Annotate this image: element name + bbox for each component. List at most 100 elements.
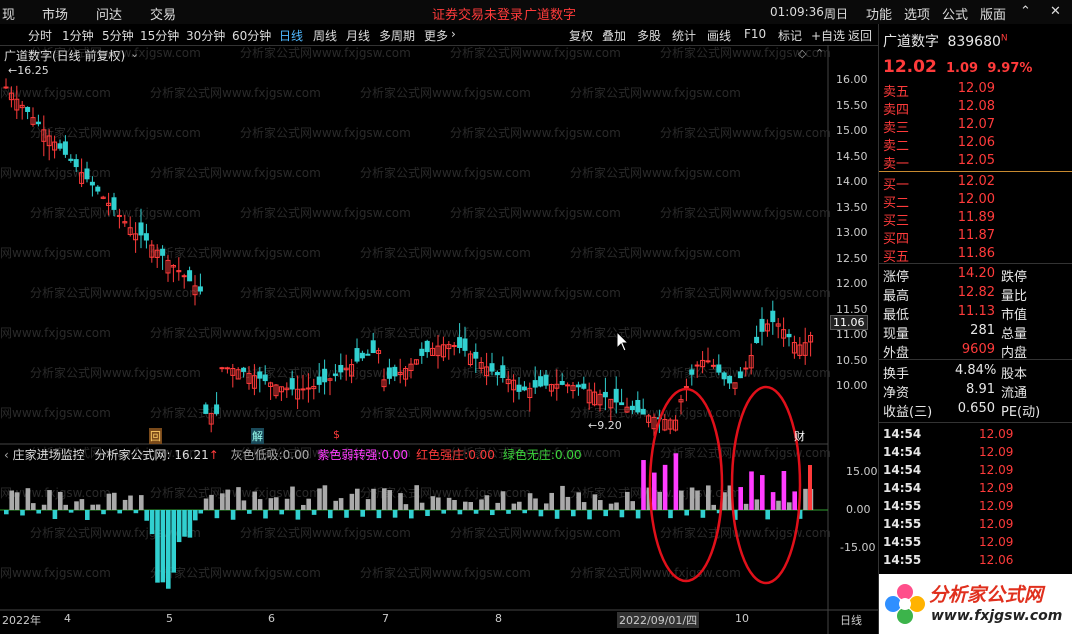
tick-row[interactable]: 14:55 12.09 — [883, 517, 1013, 531]
histogram-bar — [473, 510, 479, 514]
bid-row: 买二 12.00 — [883, 192, 995, 211]
tick-row[interactable]: 14:55 12.09 — [883, 535, 1013, 549]
candle-body — [462, 338, 468, 351]
login-notice[interactable]: 证券交易未登录 — [432, 4, 523, 23]
tab-60min[interactable]: 60分钟 — [232, 27, 271, 44]
menu-item-wenda[interactable]: 问达 — [96, 4, 122, 23]
tab-15min[interactable]: 15分钟 — [140, 27, 179, 44]
sub-formula-label: 分析家公式网: — [94, 448, 171, 462]
tick-row[interactable]: 14:54 12.09 — [883, 481, 1013, 495]
chevron-up-icon[interactable]: ⌃ — [1020, 4, 1031, 19]
kline-chart[interactable]: 分析家公式网www.fxjgsw.com 分析家公式网www.fxjgsw.com… — [0, 45, 878, 634]
tab-weekly[interactable]: 周线 — [313, 27, 337, 44]
histogram-bar — [700, 510, 706, 518]
tool-mark[interactable]: 标记 — [778, 27, 802, 44]
tab-5min[interactable]: 5分钟 — [102, 27, 134, 44]
candle-body — [359, 352, 365, 359]
histogram-bar — [754, 499, 760, 510]
tool-add-watchlist[interactable]: +自选 — [811, 27, 845, 44]
chart-title: 广道数字(日线 前复权) — [4, 49, 126, 63]
histogram-bar — [511, 503, 517, 510]
histogram-bar — [641, 460, 646, 510]
histogram-bar — [360, 510, 365, 517]
row-value: 12.02 — [957, 174, 995, 189]
tick-row[interactable]: 14:55 12.09 — [883, 499, 1013, 513]
histogram-bar — [673, 453, 679, 510]
tool-multi-stock[interactable]: 多股 — [637, 27, 661, 44]
date-tick: 4 — [64, 612, 71, 625]
price-tick: 14.00 — [836, 175, 868, 188]
watermark: 分析家公式网www.fxjgsw.com — [450, 525, 621, 540]
diamond-icon[interactable]: ◇ — [798, 47, 806, 60]
candle-body — [316, 376, 322, 385]
tab-multi-period[interactable]: 多周期 — [379, 27, 415, 44]
watermark: 分析家公式网www.fxjgsw.com — [0, 565, 111, 580]
histogram-bar — [738, 487, 743, 510]
histogram-bar — [247, 510, 252, 514]
tool-f10[interactable]: F10 — [744, 27, 766, 41]
chevron-right-icon[interactable]: › — [451, 27, 456, 41]
tool-back[interactable]: 返回 — [848, 27, 872, 44]
menu-item-market[interactable]: 市场 — [42, 4, 68, 23]
histogram-bar — [25, 488, 31, 510]
candle-body — [451, 345, 457, 348]
row-value: 11.87 — [957, 228, 995, 243]
histogram-bar — [522, 510, 527, 514]
tick-row[interactable]: 14:54 12.09 — [883, 463, 1013, 477]
histogram-bar — [230, 510, 236, 520]
price-tick: 12.50 — [836, 251, 868, 265]
chevron-up-icon[interactable]: ⌃ — [815, 47, 824, 60]
histogram-bar — [549, 492, 554, 510]
tool-restore-rights[interactable]: 复权 — [569, 27, 593, 44]
histogram-bar — [403, 504, 409, 510]
close-icon[interactable]: ✕ — [1050, 4, 1061, 19]
ask-row: 卖一 12.05 — [883, 153, 995, 172]
histogram-bar — [446, 497, 452, 510]
menu-item-discover[interactable]: 现 — [2, 4, 15, 23]
tab-more[interactable]: 更多 — [424, 27, 448, 44]
menu-item-options[interactable]: 选项 — [904, 4, 930, 23]
menu-item-layout[interactable]: 版面 — [980, 4, 1006, 23]
watermark: 分析家公式网www.fxjgsw.com — [360, 565, 531, 580]
tab-daily[interactable]: 日线 — [279, 27, 303, 44]
tick-row[interactable]: 14:55 12.06 — [883, 553, 1013, 567]
marker-jie[interactable]: 解 — [251, 428, 264, 444]
histogram-bar — [311, 510, 317, 515]
histogram-bar — [36, 510, 41, 514]
sub-title[interactable]: 庄家进场监控 — [13, 448, 85, 462]
histogram-bar — [198, 510, 203, 514]
chart-area[interactable]: 分析家公式网www.fxjgsw.com 分析家公式网www.fxjgsw.com… — [0, 45, 878, 634]
tool-overlay[interactable]: 叠加 — [602, 27, 626, 44]
histogram-bar — [68, 510, 74, 513]
tab-1min[interactable]: 1分钟 — [62, 27, 94, 44]
chevron-left-icon[interactable]: ‹ — [4, 448, 9, 462]
menu-item-trade[interactable]: 交易 — [150, 4, 176, 23]
tab-30min[interactable]: 30分钟 — [186, 27, 225, 44]
histogram-bar — [284, 498, 290, 510]
tool-statistics[interactable]: 统计 — [672, 27, 696, 44]
row-value: 12.06 — [957, 135, 995, 150]
candle-body — [35, 121, 41, 125]
header-stock-name: 广道数字 — [524, 8, 577, 23]
candle-body — [3, 86, 9, 89]
tab-intraday[interactable]: 分时 — [28, 27, 52, 44]
tool-draw-line[interactable]: 画线 — [707, 27, 731, 44]
marker-dollar[interactable]: $ — [333, 428, 340, 441]
candle-body — [754, 336, 760, 343]
marker-hui[interactable]: 回 — [149, 428, 162, 444]
chevron-down-icon[interactable]: ⌄ — [130, 47, 139, 60]
histogram-bar — [603, 510, 608, 517]
histogram-bar — [257, 499, 263, 510]
tab-monthly[interactable]: 月线 — [346, 27, 370, 44]
histogram-bar — [182, 510, 187, 537]
tick-row[interactable]: 14:54 12.09 — [883, 445, 1013, 459]
candle-body — [241, 367, 247, 372]
tick-row[interactable]: 14:54 12.09 — [883, 427, 1013, 441]
histogram-bar — [58, 491, 63, 510]
marker-cai[interactable]: 财 — [794, 428, 805, 444]
row-label: 买三 — [883, 214, 910, 229]
period-tab-bar: 分时 1分钟 5分钟 15分钟 30分钟 60分钟 日线 周线 月线 多周期 更… — [0, 24, 878, 46]
menu-item-function[interactable]: 功能 — [866, 4, 892, 23]
menu-item-formula[interactable]: 公式 — [942, 4, 968, 23]
sub-formula-value: 16.21 — [174, 448, 209, 462]
